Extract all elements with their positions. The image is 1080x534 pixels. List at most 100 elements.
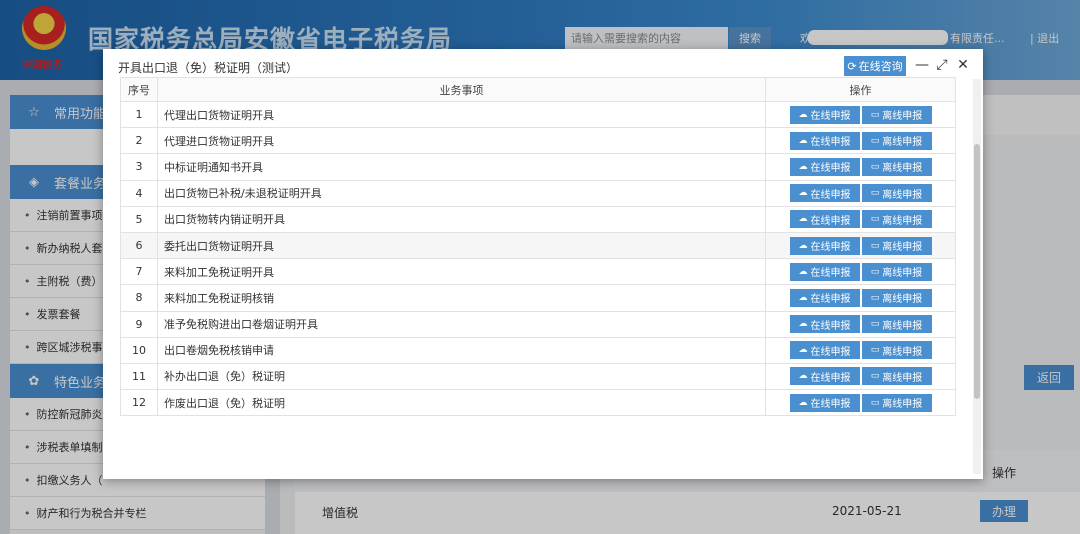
modal-title: 开具出口退（免）税证明（测试）	[118, 61, 299, 75]
offline-declare-button[interactable]: ▭ 离线申报	[861, 210, 932, 229]
monitor-icon: ▭	[870, 345, 880, 356]
monitor-icon: ▭	[870, 266, 880, 277]
col-op: 操作	[765, 77, 956, 102]
row-actions: ☁ 在线申报 ▭ 离线申报	[765, 205, 956, 233]
cloud-upload-icon: ☁	[798, 109, 808, 120]
online-declare-button[interactable]: ☁ 在线申报	[789, 262, 860, 281]
certificate-modal: 开具出口退（免）税证明（测试） ⟳ 在线咨询 — ⤢ ✕ 序号 业务事项 操作 1…	[103, 49, 983, 479]
cloud-upload-icon: ☁	[798, 214, 808, 225]
offline-declare-button[interactable]: ▭ 离线申报	[861, 184, 932, 203]
monitor-icon: ▭	[870, 214, 880, 225]
cloud-upload-icon: ☁	[798, 240, 808, 251]
offline-declare-button[interactable]: ▭ 离线申报	[861, 157, 932, 176]
row-actions: ☁ 在线申报 ▭ 离线申报	[765, 336, 956, 364]
minimize-icon[interactable]: —	[914, 56, 930, 74]
online-declare-button[interactable]: ☁ 在线申报	[789, 236, 860, 255]
table-row: 8 来料加工免税证明核销 ☁ 在线申报 ▭ 离线申报	[120, 284, 956, 312]
offline-declare-button[interactable]: ▭ 离线申报	[861, 131, 932, 150]
cloud-upload-icon: ☁	[798, 266, 808, 277]
row-number: 4	[120, 179, 158, 207]
cloud-upload-icon: ☁	[798, 319, 808, 330]
row-number: 10	[120, 336, 158, 364]
refresh-icon: ⟳	[847, 59, 857, 73]
row-actions: ☁ 在线申报 ▭ 离线申报	[765, 127, 956, 155]
row-number: 8	[120, 284, 158, 312]
row-number: 12	[120, 389, 158, 417]
table-row: 6 委托出口货物证明开具 ☁ 在线申报 ▭ 离线申报	[120, 231, 956, 260]
offline-declare-button[interactable]: ▭ 离线申报	[861, 341, 932, 360]
online-declare-button[interactable]: ☁ 在线申报	[789, 184, 860, 203]
row-item-name: 来料加工免税证明开具	[157, 258, 766, 286]
offline-declare-button[interactable]: ▭ 离线申报	[861, 367, 932, 386]
online-declare-button[interactable]: ☁ 在线申报	[789, 341, 860, 360]
monitor-icon: ▭	[870, 161, 880, 172]
online-declare-button[interactable]: ☁ 在线申报	[789, 131, 860, 150]
cloud-upload-icon: ☁	[798, 135, 808, 146]
scrollbar-thumb[interactable]	[974, 144, 980, 399]
cloud-upload-icon: ☁	[798, 188, 808, 199]
row-number: 2	[120, 127, 158, 155]
row-actions: ☁ 在线申报 ▭ 离线申报	[765, 231, 956, 260]
row-number: 6	[120, 231, 158, 260]
offline-declare-button[interactable]: ▭ 离线申报	[861, 105, 932, 124]
monitor-icon: ▭	[870, 319, 880, 330]
col-item: 业务事项	[157, 77, 766, 102]
table-header-row: 序号 业务事项 操作	[120, 77, 956, 102]
row-item-name: 来料加工免税证明核销	[157, 284, 766, 312]
table-row: 9 准予免税购进出口卷烟证明开具 ☁ 在线申报 ▭ 离线申报	[120, 310, 956, 338]
table-row: 10 出口卷烟免税核销申请 ☁ 在线申报 ▭ 离线申报	[120, 336, 956, 364]
cloud-upload-icon: ☁	[798, 371, 808, 382]
table-row: 2 代理进口货物证明开具 ☁ 在线申报 ▭ 离线申报	[120, 127, 956, 155]
row-number: 9	[120, 310, 158, 338]
row-item-name: 出口卷烟免税核销申请	[157, 336, 766, 364]
row-item-name: 补办出口退（免）税证明	[157, 362, 766, 391]
row-actions: ☁ 在线申报 ▭ 离线申报	[765, 153, 956, 181]
online-declare-button[interactable]: ☁ 在线申报	[789, 105, 860, 124]
cloud-upload-icon: ☁	[798, 397, 808, 408]
maximize-icon[interactable]: ⤢	[934, 56, 950, 74]
row-item-name: 委托出口货物证明开具	[157, 231, 766, 260]
offline-declare-button[interactable]: ▭ 离线申报	[861, 288, 932, 307]
table-row: 12 作废出口退（免）税证明 ☁ 在线申报 ▭ 离线申报	[120, 389, 956, 417]
table-row: 4 出口货物已补税/未退税证明开具 ☁ 在线申报 ▭ 离线申报	[120, 179, 956, 207]
row-item-name: 准予免税购进出口卷烟证明开具	[157, 310, 766, 338]
monitor-icon: ▭	[870, 109, 880, 120]
row-actions: ☁ 在线申报 ▭ 离线申报	[765, 284, 956, 312]
cloud-upload-icon: ☁	[798, 345, 808, 356]
monitor-icon: ▭	[870, 397, 880, 408]
online-declare-button[interactable]: ☁ 在线申报	[789, 210, 860, 229]
offline-declare-button[interactable]: ▭ 离线申报	[861, 262, 932, 281]
row-item-name: 中标证明通知书开具	[157, 153, 766, 181]
table-row: 5 出口货物转内销证明开具 ☁ 在线申报 ▭ 离线申报	[120, 205, 956, 233]
offline-declare-button[interactable]: ▭ 离线申报	[861, 236, 932, 255]
online-declare-button[interactable]: ☁ 在线申报	[789, 157, 860, 176]
row-item-name: 作废出口退（免）税证明	[157, 389, 766, 417]
table-row: 1 代理出口货物证明开具 ☁ 在线申报 ▭ 离线申报	[120, 100, 956, 129]
online-declare-button[interactable]: ☁ 在线申报	[789, 288, 860, 307]
monitor-icon: ▭	[870, 240, 880, 251]
online-declare-button[interactable]: ☁ 在线申报	[789, 315, 860, 334]
monitor-icon: ▭	[870, 135, 880, 146]
offline-declare-button[interactable]: ▭ 离线申报	[861, 315, 932, 334]
offline-declare-button[interactable]: ▭ 离线申报	[861, 393, 932, 412]
close-icon[interactable]: ✕	[955, 56, 971, 74]
table-row: 11 补办出口退（免）税证明 ☁ 在线申报 ▭ 离线申报	[120, 362, 956, 391]
row-actions: ☁ 在线申报 ▭ 离线申报	[765, 100, 956, 129]
online-declare-button[interactable]: ☁ 在线申报	[789, 393, 860, 412]
online-declare-button[interactable]: ☁ 在线申报	[789, 367, 860, 386]
row-actions: ☁ 在线申报 ▭ 离线申报	[765, 389, 956, 417]
cloud-upload-icon: ☁	[798, 161, 808, 172]
business-table: 序号 业务事项 操作 1 代理出口货物证明开具 ☁ 在线申报 ▭ 离线申报 2 代理进口货物证…	[120, 77, 956, 417]
row-number: 1	[120, 100, 158, 129]
monitor-icon: ▭	[870, 188, 880, 199]
monitor-icon: ▭	[870, 292, 880, 303]
row-actions: ☁ 在线申报 ▭ 离线申报	[765, 258, 956, 286]
monitor-icon: ▭	[870, 371, 880, 382]
online-consult-button[interactable]: ⟳ 在线咨询	[844, 56, 906, 76]
row-item-name: 代理出口货物证明开具	[157, 100, 766, 129]
row-item-name: 出口货物已补税/未退税证明开具	[157, 179, 766, 207]
col-no: 序号	[120, 77, 158, 102]
row-item-name: 出口货物转内销证明开具	[157, 205, 766, 233]
row-number: 5	[120, 205, 158, 233]
row-actions: ☁ 在线申报 ▭ 离线申报	[765, 310, 956, 338]
